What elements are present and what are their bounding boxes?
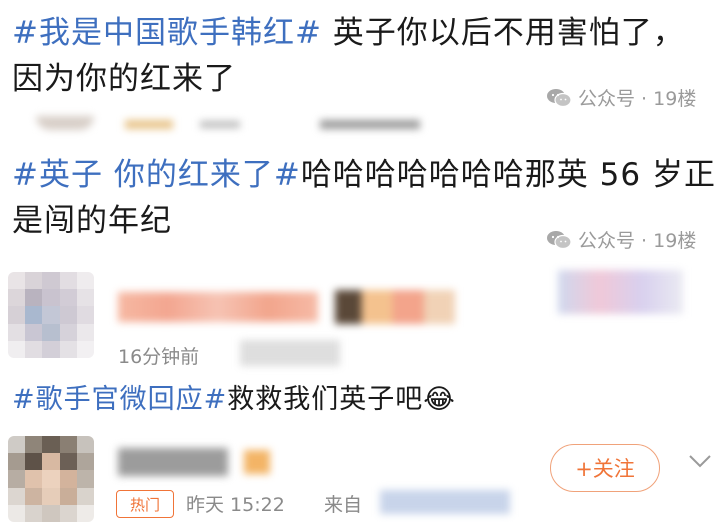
laughing-emoji: 😂 <box>423 384 456 415</box>
post-source <box>240 340 340 366</box>
cropped-user-row <box>30 116 430 132</box>
post-body: 救救我们英子吧 <box>227 384 424 415</box>
avatar[interactable] <box>8 436 94 522</box>
hashtag-link[interactable]: #英子 你的红来了# <box>12 157 301 193</box>
avatar <box>36 116 94 130</box>
separator: · <box>635 88 654 110</box>
hashtag-link[interactable]: #歌手官微回应# <box>12 384 227 415</box>
floor-label: 19楼 <box>653 230 697 252</box>
badge <box>125 120 173 129</box>
vip-badge <box>335 290 455 324</box>
post-source <box>380 490 510 514</box>
wechat-icon <box>547 89 572 108</box>
hashtag-link[interactable]: #我是中国歌手韩红# <box>12 15 322 51</box>
floor-label: 19楼 <box>653 88 697 110</box>
post-text: #歌手官微回应#救救我们英子吧😂 <box>12 380 456 420</box>
comment-1-meta: 公众号 · 19楼 <box>546 84 696 111</box>
follow-button[interactable]: +关注 <box>550 444 660 492</box>
text-fragment <box>320 120 420 129</box>
source-label: 公众号 <box>578 88 636 110</box>
source-label: 公众号 <box>578 230 636 252</box>
post-time: 昨天 15:22 <box>186 494 285 516</box>
comment-text-line: 哈哈哈哈哈哈哈那英 56 岁正 <box>300 157 716 193</box>
avatar[interactable] <box>8 272 94 358</box>
post-time: 16分钟前 <box>118 346 200 368</box>
hot-badge: 热门 <box>116 490 174 518</box>
username <box>200 121 240 128</box>
comment-text-line: 英子你以后不用害怕了， <box>321 15 685 51</box>
header-decoration <box>558 270 683 314</box>
username[interactable] <box>118 292 318 322</box>
separator: · <box>635 230 654 252</box>
username[interactable] <box>118 448 228 476</box>
vip-badge <box>244 450 270 474</box>
from-label: 来自 <box>324 494 363 516</box>
comment-2-meta: 公众号 · 19楼 <box>546 226 696 253</box>
chevron-down-icon[interactable] <box>688 454 712 468</box>
wechat-icon <box>547 231 572 250</box>
